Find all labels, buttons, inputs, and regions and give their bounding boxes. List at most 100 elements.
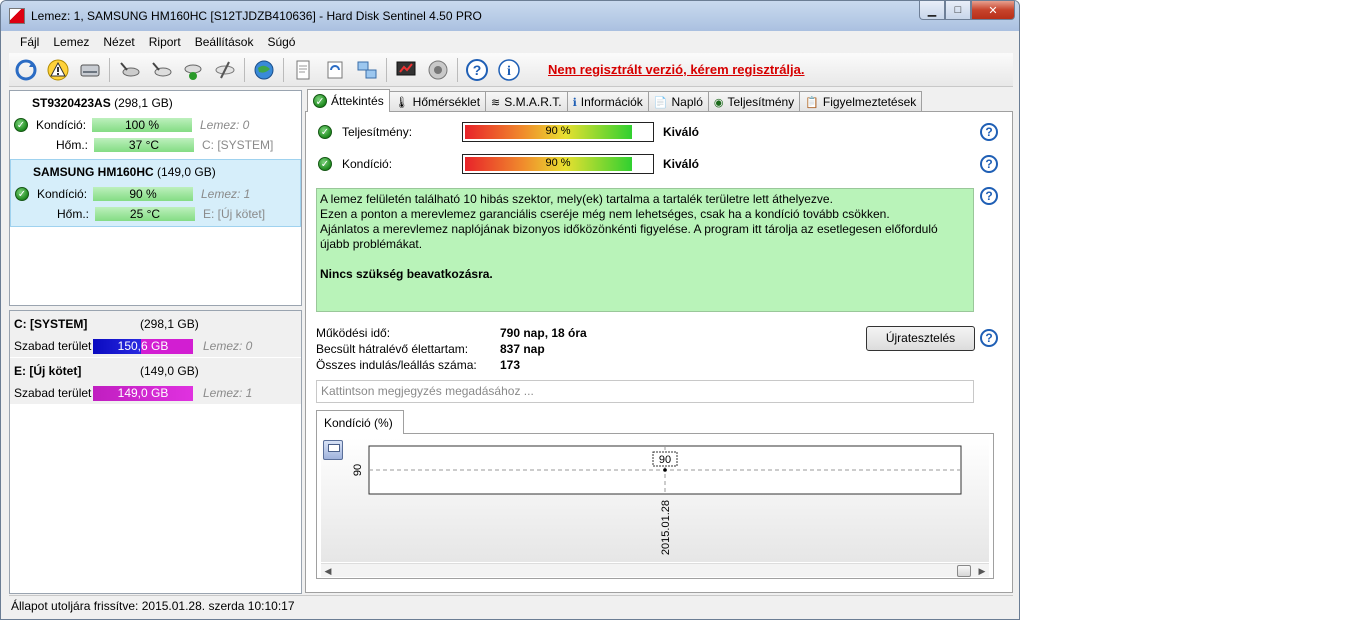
network-icon[interactable]	[354, 57, 380, 83]
performance-bar: 90 %	[462, 122, 654, 142]
disk-name: SAMSUNG HM160HC	[33, 165, 154, 179]
monitor-icon[interactable]	[393, 57, 419, 83]
maximize-button[interactable]: □	[945, 1, 971, 20]
menu-disk[interactable]: Lemez	[46, 35, 96, 49]
window-title: Lemez: 1, SAMSUNG HM160HC [S12TJDZB41063…	[31, 9, 482, 23]
condition-label: Kondíció:	[36, 118, 87, 132]
sync-icon[interactable]	[322, 57, 348, 83]
temperature-bar: 37 °C	[94, 138, 194, 152]
disk-capacity: (298,1 GB)	[114, 96, 173, 110]
temperature-label: Hőm.:	[55, 138, 88, 152]
caption-buttons: ▁ □ ✕	[919, 1, 1015, 20]
volume-list: C: [SYSTEM] (298,1 GB) Szabad terület 15…	[9, 310, 302, 594]
volume-name: C: [SYSTEM]	[14, 317, 88, 331]
tab-information[interactable]: ℹ Információk	[566, 91, 649, 112]
disk-ref: Lemez: 1	[203, 386, 253, 400]
temperature-row: Hőm.: 25 °C E: [Új kötet]	[11, 204, 300, 224]
disk-ok-icon[interactable]	[180, 57, 206, 83]
refresh-icon[interactable]	[13, 57, 39, 83]
tab-label: Áttekintés	[331, 94, 384, 108]
tab-label: Teljesítmény	[727, 95, 795, 109]
tab-alerts[interactable]: 📋 Figyelmeztetések	[799, 91, 923, 112]
scroll-right-icon[interactable]: ▶	[975, 564, 989, 578]
volume-capacity: (298,1 GB)	[140, 317, 199, 331]
tab-label: Figyelmeztetések	[822, 95, 917, 109]
help-icon[interactable]: ?	[980, 155, 998, 173]
title-bar[interactable]: Lemez: 1, SAMSUNG HM160HC [S12TJDZB41063…	[1, 1, 1019, 31]
stat-row: Becsült hátralévő élettartam: 837 nap	[316, 341, 587, 357]
free-space-bar: 150,6 GB	[93, 338, 193, 354]
report-icon[interactable]	[290, 57, 316, 83]
volume-item-e[interactable]: E: [Új kötet] (149,0 GB) Szabad terület …	[10, 358, 301, 405]
disk-tool-icon[interactable]	[212, 57, 238, 83]
menu-settings[interactable]: Beállítások	[188, 35, 261, 49]
check-ok-icon: ✓	[15, 187, 29, 201]
chart-tab-condition[interactable]: Kondíció (%)	[316, 410, 404, 434]
toolbar-separator	[457, 57, 458, 82]
disk-ref: Lemez: 0	[203, 339, 253, 353]
condition-rating: Kiváló	[663, 157, 700, 171]
toolbar-separator	[244, 57, 245, 82]
app-window: Lemez: 1, SAMSUNG HM160HC [S12TJDZB41063…	[0, 0, 1020, 620]
stat-label: Összes indulás/leállás száma:	[316, 358, 477, 372]
temperature-label: Hőm.:	[56, 207, 89, 221]
info-icon[interactable]: i	[496, 57, 522, 83]
overview-content: ✓ Teljesítmény: 90 % Kiváló ? ✓ Kondíció…	[305, 111, 1013, 593]
disk-title: ST9320423AS (298,1 GB)	[10, 95, 301, 115]
status-bar: Állapot utoljára frissítve: 2015.01.28. …	[9, 595, 1013, 615]
tab-log[interactable]: 📄 Napló	[647, 91, 709, 112]
disk-item-samsung-hm160hc[interactable]: SAMSUNG HM160HC (149,0 GB) ✓ Kondíció: 9…	[10, 159, 301, 227]
check-ok-icon: ✓	[313, 94, 327, 108]
minimize-button[interactable]: ▁	[919, 1, 945, 20]
menu-report[interactable]: Riport	[142, 35, 188, 49]
menu-file[interactable]: Fájl	[13, 35, 46, 49]
toolbar-separator	[386, 57, 387, 82]
performance-label: Teljesítmény:	[342, 125, 413, 139]
tab-overview[interactable]: ✓ Áttekintés	[307, 89, 390, 112]
menu-help[interactable]: Súgó	[260, 35, 302, 49]
registration-link[interactable]: Nem regisztrált verzió, kérem regisztrál…	[548, 62, 805, 77]
disk-ref: Lemez: 0	[200, 118, 250, 132]
tab-smart[interactable]: ≋ S.M.A.R.T.	[485, 91, 568, 112]
svg-text:i: i	[507, 64, 511, 79]
scroll-thumb[interactable]	[957, 565, 971, 577]
disk-test-icon[interactable]	[116, 57, 142, 83]
retest-button[interactable]: Újratesztelés	[866, 326, 975, 351]
disk-stats: Működési idő: 790 nap, 18 óra Becsült há…	[316, 325, 587, 373]
close-button[interactable]: ✕	[971, 1, 1015, 20]
disk-icon[interactable]	[77, 57, 103, 83]
help-icon[interactable]: ?	[464, 57, 490, 83]
performance-value: 90 %	[545, 125, 571, 137]
chart-area: 90 90 2015.01.28	[321, 438, 989, 562]
thermometer-icon: 🌡	[394, 96, 409, 109]
temperature-row: Hőm.: 37 °C C: [SYSTEM]	[10, 135, 301, 155]
note-input[interactable]: Kattintson megjegyzés megadásához ...	[316, 380, 974, 403]
disk-capacity: (149,0 GB)	[157, 165, 216, 179]
condition-value: 90 %	[545, 157, 571, 169]
condition-label: Kondíció:	[342, 157, 393, 171]
warning-icon[interactable]	[45, 57, 71, 83]
condition-bar: 100 %	[92, 118, 192, 132]
help-icon[interactable]: ?	[980, 187, 998, 205]
disk-title: SAMSUNG HM160HC (149,0 GB)	[11, 164, 300, 184]
disk-list: ST9320423AS (298,1 GB) ✓ Kondíció: 100 %…	[9, 90, 302, 306]
volume-ref: E: [Új kötet]	[203, 207, 266, 221]
volume-name: E: [Új kötet]	[14, 364, 82, 378]
tab-bar: ✓ Áttekintés 🌡 Hőmérséklet ≋ S.M.A.R.T. …	[307, 89, 923, 112]
tab-performance[interactable]: ◉ Teljesítmény	[707, 91, 801, 112]
speaker-icon[interactable]	[425, 57, 451, 83]
scroll-left-icon[interactable]: ◀	[321, 564, 335, 578]
chart-horizontal-scrollbar[interactable]: ◀ ▶	[321, 563, 989, 577]
volume-item-c[interactable]: C: [SYSTEM] (298,1 GB) Szabad terület 15…	[10, 311, 301, 358]
toolbar-separator	[109, 57, 110, 82]
app-icon[interactable]	[9, 8, 25, 24]
disk-test-2-icon[interactable]	[148, 57, 174, 83]
help-icon[interactable]: ?	[980, 329, 998, 347]
disk-item-st9320423as[interactable]: ST9320423AS (298,1 GB) ✓ Kondíció: 100 %…	[10, 91, 301, 159]
condition-bar: 90 %	[462, 154, 654, 174]
volume-capacity: (149,0 GB)	[140, 364, 199, 378]
menu-view[interactable]: Nézet	[96, 35, 141, 49]
globe-icon[interactable]	[251, 57, 277, 83]
help-icon[interactable]: ?	[980, 123, 998, 141]
tab-temperature[interactable]: 🌡 Hőmérséklet	[388, 91, 487, 112]
